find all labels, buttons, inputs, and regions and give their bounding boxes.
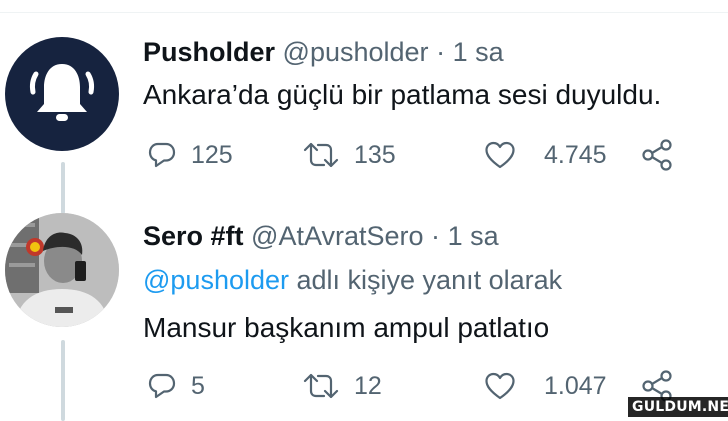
site-watermark: GULDUM.NET (628, 397, 728, 417)
bell-icon (29, 64, 95, 121)
author-handle[interactable]: @AtAvratSero (251, 221, 423, 251)
avatar-pusholder[interactable] (5, 37, 119, 151)
like-button[interactable]: 4.745 (484, 140, 607, 170)
separator-dot: · (431, 221, 441, 251)
author-name[interactable]: Sero #ft (143, 221, 244, 251)
like-count: 4.745 (544, 140, 607, 169)
retweet-count: 12 (354, 371, 382, 400)
replying-to: @pusholder adlı kişiye yanıt olarak (143, 263, 562, 297)
thread-line (61, 340, 65, 421)
separator-dot: · (436, 37, 446, 67)
retweet-icon (303, 373, 339, 399)
reply-button[interactable]: 5 (147, 371, 205, 401)
retweet-count: 135 (354, 140, 396, 169)
retweet-button[interactable]: 12 (302, 371, 382, 401)
tweet-text: Mansur başkanım ampul patlatıo (143, 312, 550, 343)
author-name[interactable]: Pusholder (143, 37, 275, 67)
heart-icon (485, 372, 515, 400)
like-count: 1.047 (544, 371, 607, 400)
reply-icon (148, 373, 176, 399)
reply-button[interactable]: 125 (147, 140, 233, 170)
tweet-text: Ankara’da güçlü bir patlama sesi duyuldu… (143, 79, 662, 110)
tweet-header: Pusholder @pusholder · 1 sa (143, 35, 504, 69)
tweet-header: Sero #ft @AtAvratSero · 1 sa (143, 219, 499, 253)
reply-count: 5 (191, 371, 205, 400)
author-handle[interactable]: @pusholder (283, 37, 429, 67)
reply-suffix: adlı kişiye yanıt olarak (289, 265, 563, 295)
tweet-time[interactable]: 1 sa (453, 37, 504, 67)
reply-mention-link[interactable]: @pusholder (143, 265, 289, 295)
top-divider (0, 12, 728, 13)
thread-line (61, 162, 65, 214)
reply-icon (148, 142, 176, 168)
share-button[interactable] (641, 139, 675, 171)
profile-photo (5, 213, 119, 327)
reply-count: 125 (191, 140, 233, 169)
share-icon (642, 139, 672, 171)
heart-icon (485, 141, 515, 169)
retweet-button[interactable]: 135 (302, 140, 396, 170)
like-button[interactable]: 1.047 (484, 371, 607, 401)
tweet-time[interactable]: 1 sa (448, 221, 499, 251)
retweet-icon (303, 142, 339, 168)
avatar-atavratsero[interactable] (5, 213, 119, 327)
